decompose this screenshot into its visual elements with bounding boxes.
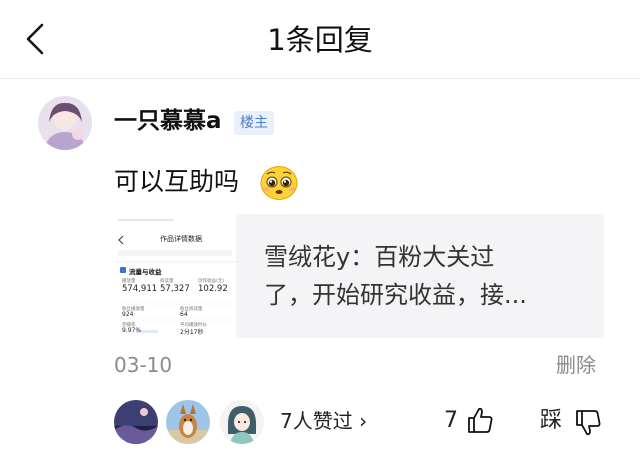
delete-button[interactable]: 删除 [556,350,596,380]
thumb-small-stat-value: 2分17秒 [180,329,204,336]
thumb-stat-value: 574,911 [122,284,158,294]
header-divider [0,78,640,79]
quoted-post-line: 了，开始研究收益，接... [264,281,527,309]
owner-badge: 楼主 [234,111,274,135]
thumb-title: 作品详情数据 [160,235,202,243]
likers-link[interactable]: 7人赞过 › [280,406,367,436]
liker-avatar[interactable] [220,400,264,444]
liker-avatar[interactable] [166,400,210,444]
comment-date: 03-10 [114,353,173,377]
pleading-face-emoji-icon [260,166,298,200]
page-title: 1条回复 [267,23,373,57]
thumb-small-stat-value: 64 [180,311,188,318]
user-avatar[interactable] [38,96,92,150]
thumb-stat-value: 57,327 [160,284,190,294]
header-bar: 1条回复 [0,0,640,78]
comment-text: 可以互助吗 [114,167,240,196]
thumbs-down-icon[interactable] [574,408,602,438]
dislike-label[interactable]: 踩 [540,406,562,436]
quoted-post-card[interactable]: 作品详情数据 流量与收益 播放量 574,911 阅读量 57,327 创作收益… [114,214,604,338]
liker-avatar[interactable] [114,400,158,444]
quoted-post-line: 雪绒花y：百粉大关过 [264,243,495,271]
quoted-post-text: 雪绒花y：百粉大关过 了，开始研究收益，接... [264,238,584,314]
quoted-post-thumbnail: 作品详情数据 流量与收益 播放量 574,911 阅读量 57,327 创作收益… [114,214,236,338]
thumb-stat-value: 102.92 [198,284,228,294]
thumb-small-stat-value: 924 [122,311,134,318]
thumbs-up-icon[interactable] [466,405,494,435]
thumb-section: 流量与收益 [129,268,162,276]
like-count: 7 [444,408,458,433]
thumb-small-stat-value: 9.97% [122,327,142,334]
username[interactable]: 一只慕慕a [114,104,222,138]
